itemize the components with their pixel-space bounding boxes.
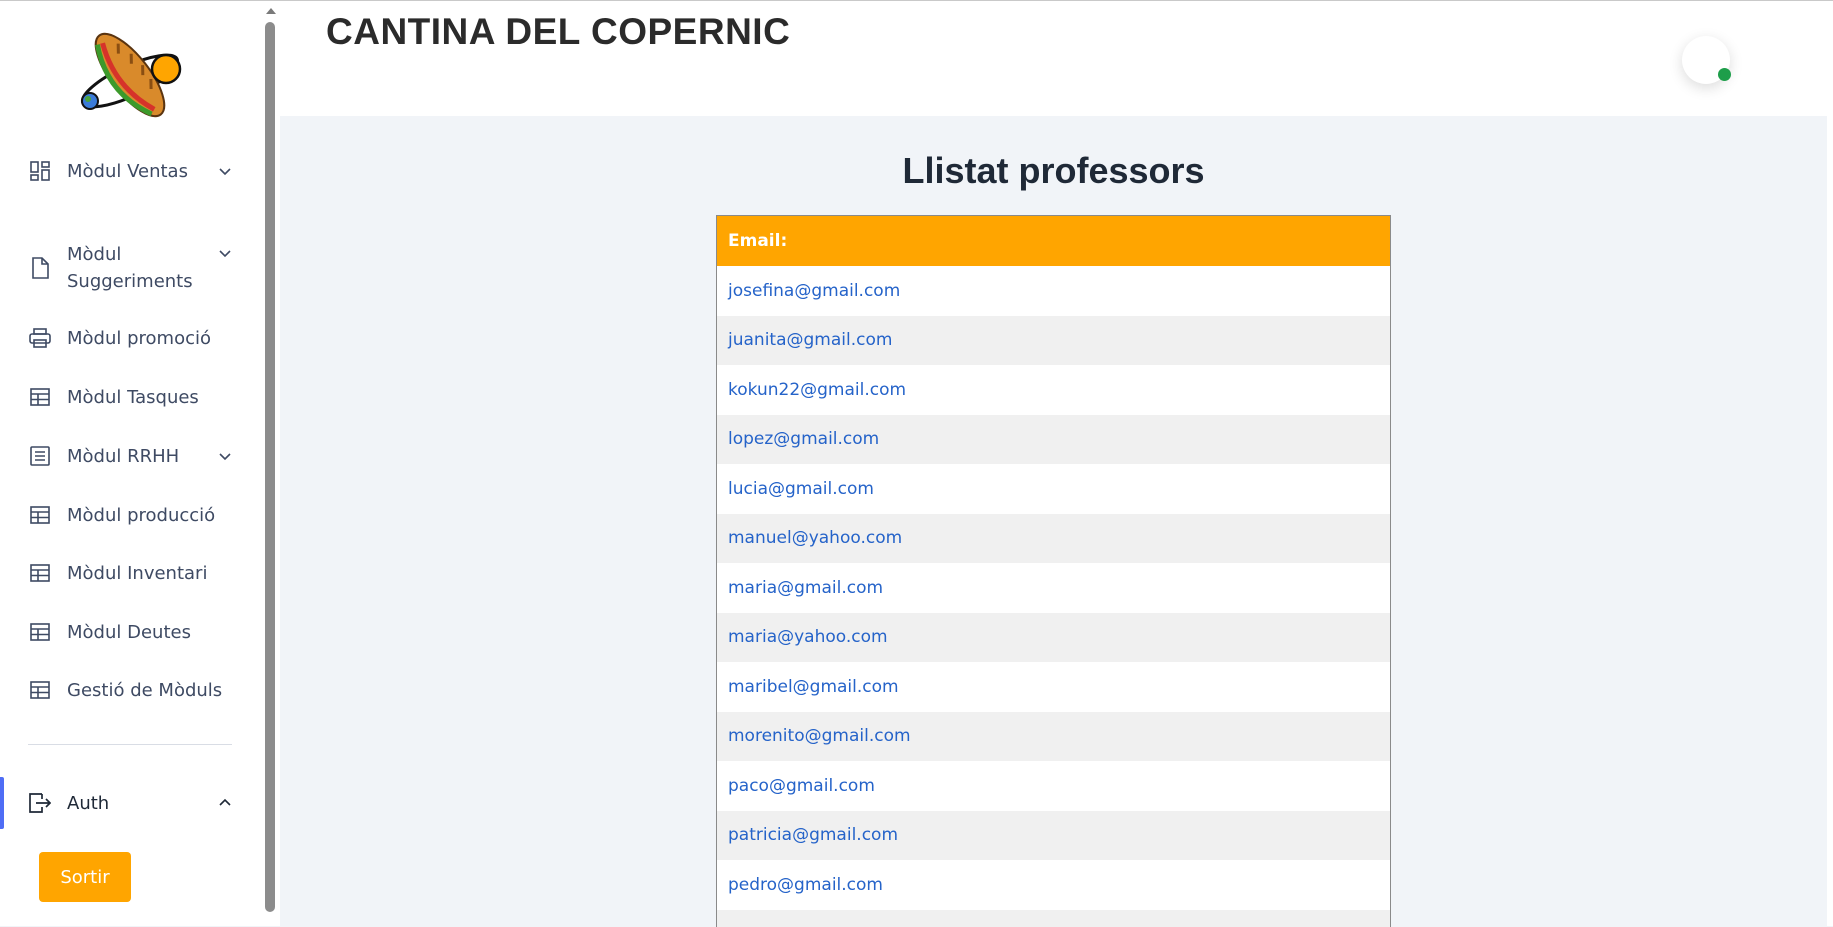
email-link[interactable]: morenito@gmail.com: [728, 726, 911, 746]
sidebar-item-inventari[interactable]: Mòdul Inventari: [0, 558, 262, 588]
email-link[interactable]: lopez@gmail.com: [728, 429, 879, 449]
email-link[interactable]: maribel@gmail.com: [728, 677, 899, 697]
sidebar-item-label: Auth: [67, 790, 109, 817]
email-link[interactable]: manuel@yahoo.com: [728, 528, 902, 548]
sidebar-item-produccio[interactable]: Mòdul producció: [0, 500, 262, 530]
email-link[interactable]: pedro@gmail.com: [728, 875, 883, 895]
list-document-icon: [28, 444, 52, 468]
table-icon: [28, 678, 52, 702]
scrollbar-thumb[interactable]: [265, 22, 275, 912]
sidebar-item-label: Mòdul RRHH: [67, 443, 179, 470]
table-icon: [28, 385, 52, 409]
table-icon: [28, 503, 52, 527]
table-row: maribel@gmail.com: [717, 662, 1390, 712]
sidebar-item-label: Mòdul promoció: [67, 325, 211, 352]
chevron-down-icon: [217, 163, 233, 179]
table-row: [717, 910, 1390, 927]
table-row: patricia@gmail.com: [717, 811, 1390, 861]
app-title: CANTINA DEL COPERNIC: [326, 11, 790, 53]
email-link[interactable]: juanita@gmail.com: [728, 330, 892, 350]
sidebar-item-auth[interactable]: Auth: [0, 788, 262, 818]
chevron-up-icon: [217, 795, 233, 811]
sidebar-item-rrhh[interactable]: Mòdul RRHH: [0, 441, 262, 471]
table-row: paco@gmail.com: [717, 761, 1390, 811]
email-link[interactable]: maria@gmail.com: [728, 578, 883, 598]
sidebar-item-label: Mòdul Inventari: [67, 560, 207, 587]
table-row: josefina@gmail.com: [717, 266, 1390, 316]
logout-icon: [28, 791, 52, 815]
cantina-logo: [78, 25, 200, 131]
logout-button[interactable]: Sortir: [39, 852, 131, 902]
professors-table: Email: josefina@gmail.com juanita@gmail.…: [716, 215, 1391, 927]
right-edge: [1827, 1, 1833, 926]
email-link[interactable]: paco@gmail.com: [728, 776, 875, 796]
top-header: CANTINA DEL COPERNIC: [280, 1, 1827, 116]
email-link[interactable]: patricia@gmail.com: [728, 825, 898, 845]
scroll-up-arrow-icon[interactable]: [266, 8, 276, 14]
sidebar-item-gestio-moduls[interactable]: Gestió de Mòduls: [0, 675, 262, 705]
email-column-header: Email:: [717, 216, 1390, 266]
sidebar-item-label: Mòdul producció: [67, 502, 215, 529]
sidebar-divider: [28, 744, 232, 745]
dashboard-grid-icon: [28, 159, 52, 183]
table-row: maria@gmail.com: [717, 563, 1390, 613]
sidebar-item-promocio[interactable]: Mòdul promoció: [0, 323, 262, 353]
printer-icon: [28, 326, 52, 350]
online-status-dot: [1718, 68, 1731, 81]
page-title: Llistat professors: [280, 150, 1827, 192]
sidebar-item-ventas[interactable]: Mòdul Ventas: [0, 156, 262, 186]
document-icon: [28, 256, 52, 280]
sidebar-item-label: Mòdul Deutes: [67, 619, 191, 646]
sidebar-item-label: Gestió de Mòduls: [67, 677, 222, 704]
table-row: lucia@gmail.com: [717, 464, 1390, 514]
email-link[interactable]: kokun22@gmail.com: [728, 380, 906, 400]
chevron-down-icon: [217, 448, 233, 464]
sidebar: Mòdul Ventas Mòdul Suggeriments Mòdul pr…: [0, 1, 263, 926]
table-row: juanita@gmail.com: [717, 316, 1390, 366]
sidebar-item-label: Mòdul Ventas: [67, 158, 188, 185]
table-row: kokun22@gmail.com: [717, 365, 1390, 415]
table-icon: [28, 561, 52, 585]
sidebar-item-tasques[interactable]: Mòdul Tasques: [0, 382, 262, 412]
email-link[interactable]: lucia@gmail.com: [728, 479, 874, 499]
table-row: maria@yahoo.com: [717, 613, 1390, 663]
table-icon: [28, 620, 52, 644]
email-link[interactable]: maria@yahoo.com: [728, 627, 888, 647]
table-row: pedro@gmail.com: [717, 860, 1390, 910]
sidebar-item-label: Mòdul Suggeriments: [67, 241, 207, 295]
sidebar-item-label: Mòdul Tasques: [67, 384, 199, 411]
sidebar-item-suggeriments[interactable]: Mòdul Suggeriments: [0, 240, 262, 296]
table-row: manuel@yahoo.com: [717, 514, 1390, 564]
sidebar-item-deutes[interactable]: Mòdul Deutes: [0, 617, 262, 647]
table-row: morenito@gmail.com: [717, 712, 1390, 762]
chevron-down-icon: [217, 245, 233, 261]
email-link[interactable]: josefina@gmail.com: [728, 281, 900, 301]
table-row: lopez@gmail.com: [717, 415, 1390, 465]
